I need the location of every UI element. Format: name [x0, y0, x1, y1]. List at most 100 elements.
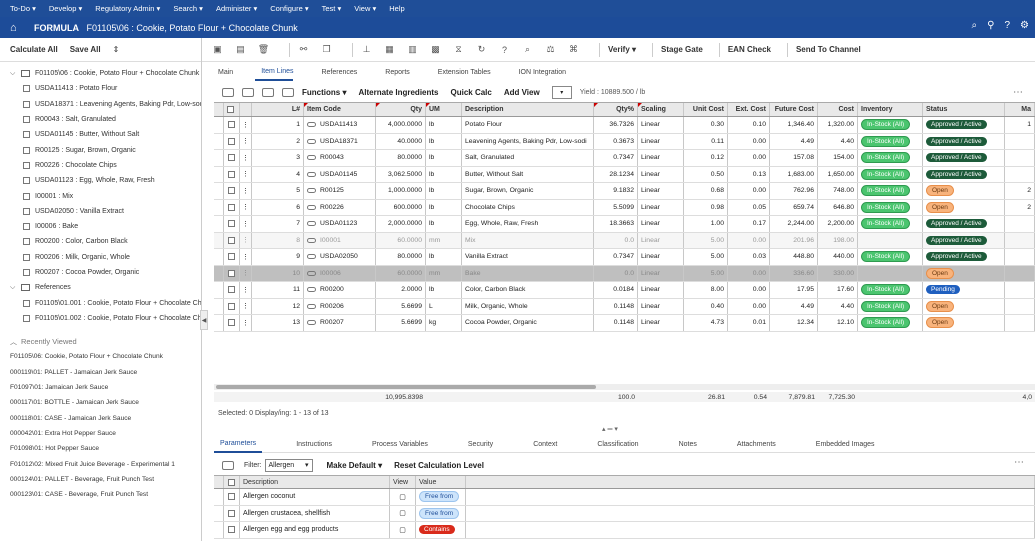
row-checkbox[interactable] [228, 493, 235, 501]
link-icon[interactable] [307, 122, 316, 128]
select-all-checkbox[interactable] [228, 478, 235, 486]
row-checkbox[interactable] [228, 319, 235, 327]
table-row[interactable]: ⋮ 9 USDA02050 80.0000 lb Vanilla Extract 0.734… [214, 249, 1035, 266]
reference-item[interactable]: F01105\01.002 : Cookie, Potato Flour + C… [10, 311, 201, 326]
row-menu-icon[interactable]: ⋮ [242, 121, 249, 129]
help-circle-icon[interactable]: ? [499, 44, 510, 55]
save-as-icon[interactable]: ▤ [235, 44, 246, 55]
move-line-icon[interactable] [282, 87, 294, 97]
link-icon[interactable] [307, 221, 316, 227]
copy-icon[interactable]: ❐ [321, 44, 332, 55]
hourglass-icon[interactable]: ⧖ [453, 44, 464, 55]
table-row[interactable]: ⋮ 3 R00043 80.0000 lb Salt, Granulated 0.7347 L… [214, 150, 1035, 167]
scale-icon[interactable]: ⚖ [545, 44, 556, 55]
recent-item[interactable]: 000117\01: BOTTLE - Jamaican Jerk Sauce [10, 395, 201, 410]
save-all-button[interactable]: Save All [70, 45, 101, 54]
row-checkbox[interactable] [228, 286, 235, 294]
link-icon[interactable] [307, 138, 316, 144]
tag-icon[interactable]: ⌘ [568, 44, 579, 55]
row-menu-icon[interactable]: ⋮ [242, 269, 249, 277]
column-header[interactable]: Inventory [858, 103, 923, 116]
recent-item[interactable]: F01097\01: Jamaican Jerk Sauce [10, 380, 201, 395]
detail-tab-attachments[interactable]: Attachments [731, 436, 782, 453]
menu-item[interactable]: Help [389, 4, 404, 13]
column-header[interactable]: Value [416, 476, 466, 488]
column-header[interactable]: Future Cost [770, 103, 818, 116]
row-checkbox[interactable] [228, 154, 235, 162]
clipboard-icon[interactable]: ▥ [407, 44, 418, 55]
collapse-icon[interactable]: ⌵ [10, 284, 18, 292]
tree-item[interactable]: USDA01123 : Egg, Whole, Raw, Fresh [10, 173, 201, 188]
detail-tab-instructions[interactable]: Instructions [290, 436, 338, 453]
link-icon[interactable] [307, 254, 316, 260]
table-row[interactable]: ⋮ 8 I00001 60.0000 mm Mix 0.0 Linear 5.00 0.00 201… [214, 232, 1035, 249]
view-icon[interactable]: ▢ [399, 526, 406, 534]
table-row[interactable]: ⋮ 6 R00226 600.0000 lb Chocolate Chips 5.5099 L… [214, 199, 1035, 216]
tree-item[interactable]: I00001 : Mix [10, 188, 201, 203]
menu-item[interactable]: Search ▾ [173, 4, 203, 13]
reset-calculation-level-button[interactable]: Reset Calculation Level [394, 461, 484, 470]
filter-select[interactable]: Allergen ▾ [264, 458, 313, 472]
link-icon[interactable] [307, 188, 316, 194]
column-header[interactable]: Description [462, 103, 594, 116]
collapse-panel-button[interactable]: ◀ [200, 310, 208, 330]
tree-item[interactable]: R00125 : Sugar, Brown, Organic [10, 142, 201, 157]
tree-item[interactable]: R00207 : Cocoa Powder, Organic [10, 265, 201, 280]
table-row[interactable]: ⋮ 11 R00200 2.0000 lb Color, Carbon Black 0.01… [214, 282, 1035, 299]
view-select[interactable]: ▾ [551, 85, 572, 99]
column-header[interactable]: Qty% [594, 103, 638, 116]
select-all-checkbox[interactable] [227, 106, 234, 113]
link-icon[interactable] [307, 303, 316, 309]
ean-check-button[interactable]: EAN Check [728, 45, 771, 54]
tree-item[interactable]: USDA18371 : Leavening Agents, Baking Pdr… [10, 97, 201, 112]
history-icon[interactable]: ↻ [476, 44, 487, 55]
row-checkbox[interactable] [228, 236, 235, 244]
row-menu-icon[interactable]: ⋮ [242, 187, 249, 195]
parameter-row[interactable]: Allergen coconut ▢ Free from [214, 489, 1035, 506]
remove-line-icon[interactable] [262, 87, 274, 97]
menu-item[interactable]: Administer ▾ [216, 4, 257, 13]
column-header[interactable]: Unit Cost [684, 103, 728, 116]
column-header[interactable]: Qty [376, 103, 426, 116]
pane-splitter[interactable]: ▴ ═ ▾ [590, 425, 630, 433]
parameter-row[interactable]: Allergen crustacea, shellfish ▢ Free from [214, 505, 1035, 522]
detail-tab-process-variables[interactable]: Process Variables [366, 436, 434, 453]
recent-item[interactable]: 000124\01: PALLET - Beverage, Fruit Punc… [10, 472, 201, 487]
home-icon[interactable]: ⌂ [10, 22, 24, 34]
recent-item[interactable]: 000042\01: Extra Hot Pepper Sauce [10, 426, 201, 441]
stage-gate-button[interactable]: Stage Gate [661, 45, 703, 54]
row-checkbox[interactable] [228, 137, 235, 145]
make-default-menu[interactable]: Make Default ▾ [327, 461, 383, 470]
save-icon[interactable]: ▣ [212, 44, 223, 55]
table-row[interactable]: ⋮ 13 R00207 5.6699 kg Cocoa Powder, Organic 0.… [214, 315, 1035, 332]
row-checkbox[interactable] [228, 170, 235, 178]
user-search-icon[interactable]: ⚲ [987, 20, 994, 31]
scrollbar-thumb[interactable] [216, 385, 596, 389]
more-options-icon[interactable]: ⋯ [1013, 87, 1023, 98]
table-row[interactable]: ⋮ 4 USDA01145 3,062.5000 lb Butter, Without S… [214, 166, 1035, 183]
tab-item-lines[interactable]: Item Lines [255, 63, 294, 81]
row-menu-icon[interactable]: ⋮ [242, 203, 249, 211]
magnifier-icon[interactable]: ⌕ [522, 44, 533, 55]
link-icon[interactable] [307, 155, 316, 161]
recent-item[interactable]: 000123\01: CASE - Beverage, Fruit Punch … [10, 487, 201, 502]
tree-item[interactable]: R00200 : Color, Carbon Black [10, 234, 201, 249]
row-checkbox[interactable] [228, 187, 235, 195]
references-node[interactable]: ⌵ References [10, 280, 201, 295]
settings-icon[interactable]: ⚙ [1020, 20, 1029, 31]
table-row[interactable]: ⋮ 7 USDA01123 2,000.0000 lb Egg, Whole, Raw, … [214, 216, 1035, 233]
link-icon[interactable]: ⚯ [298, 44, 309, 55]
row-checkbox[interactable] [228, 509, 235, 517]
tree-root[interactable]: ⌵ F01105\06 : Cookie, Potato Flour + Choc… [10, 66, 201, 81]
menu-item[interactable]: Regulatory Admin ▾ [95, 4, 160, 13]
more-options-icon[interactable]: ⋯ [1014, 457, 1024, 468]
row-menu-icon[interactable]: ⋮ [242, 319, 249, 327]
column-header[interactable]: Ext. Cost [728, 103, 770, 116]
tab-reports[interactable]: Reports [379, 63, 410, 81]
link-icon[interactable] [307, 171, 316, 177]
view-icon[interactable]: ▢ [399, 493, 406, 501]
row-checkbox[interactable] [228, 302, 235, 310]
detail-tab-classification[interactable]: Classification [591, 436, 644, 453]
tree-item[interactable]: USDA11413 : Potato Flour [10, 81, 201, 96]
tab-main[interactable]: Main [212, 63, 233, 81]
